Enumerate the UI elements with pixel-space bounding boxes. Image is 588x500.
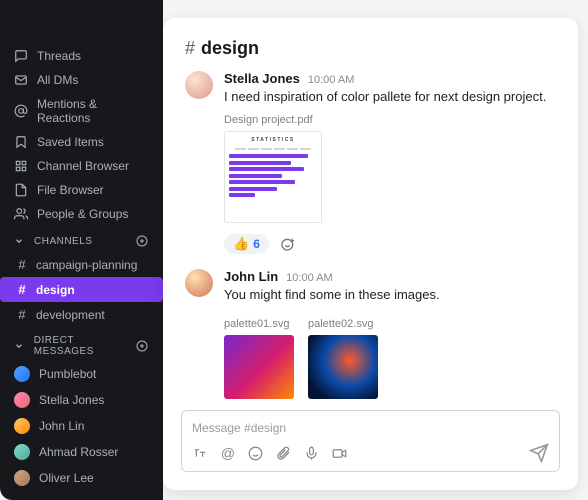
nav-label: Channel Browser xyxy=(37,159,129,173)
dm-oliver-lee[interactable]: Oliver Lee xyxy=(0,465,163,491)
channels-header-label: CHANNELS xyxy=(34,236,92,247)
saved-icon xyxy=(14,135,28,149)
reaction-thumbsup[interactable]: 👍 6 xyxy=(224,234,269,254)
mentions-icon xyxy=(14,104,28,118)
image-thumbnail[interactable] xyxy=(224,335,294,399)
pdf-title: STATISTICS xyxy=(229,137,317,143)
dms-icon xyxy=(14,73,28,87)
mention-icon[interactable]: @ xyxy=(220,445,236,461)
nav-all-dms[interactable]: All DMs xyxy=(0,68,163,92)
nav-file-browser[interactable]: File Browser xyxy=(0,178,163,202)
message: John Lin 10:00 AM You might find some in… xyxy=(185,269,556,399)
message-author[interactable]: Stella Jones xyxy=(224,71,300,86)
mic-icon[interactable] xyxy=(304,446,320,461)
composer: @ xyxy=(181,410,560,472)
message-list: Stella Jones 10:00 AM I need inspiration… xyxy=(163,69,578,402)
message-text: I need inspiration of color pallete for … xyxy=(224,88,556,106)
hash-icon: # xyxy=(185,38,195,59)
add-channel-button[interactable] xyxy=(135,234,149,248)
avatar xyxy=(14,470,30,486)
thumbsup-icon: 👍 xyxy=(233,236,249,252)
sidebar: Threads All DMs Mentions & Reactions Sav… xyxy=(0,0,163,500)
dm-label: Oliver Lee xyxy=(39,471,94,485)
message-time: 10:00 AM xyxy=(308,74,354,86)
avatar[interactable] xyxy=(185,71,213,99)
emoji-icon[interactable] xyxy=(248,446,264,461)
nav-label: All DMs xyxy=(37,73,78,87)
dm-label: Stella Jones xyxy=(39,393,104,407)
file-icon xyxy=(14,183,28,197)
message-author[interactable]: John Lin xyxy=(224,269,278,284)
attachment-filename[interactable]: Design project.pdf xyxy=(224,114,556,126)
attach-icon[interactable] xyxy=(276,446,292,461)
nav-mentions[interactable]: Mentions & Reactions xyxy=(0,92,163,130)
hash-icon: # xyxy=(16,282,28,297)
channel-development[interactable]: # development xyxy=(0,302,163,327)
dm-john-lin[interactable]: John Lin xyxy=(0,413,163,439)
channel-design[interactable]: # design xyxy=(0,277,163,302)
dm-pumblebot[interactable]: Pumblebot xyxy=(0,361,163,387)
nav-channel-browser[interactable]: Channel Browser xyxy=(0,154,163,178)
message-time: 10:00 AM xyxy=(286,272,332,284)
threads-icon xyxy=(14,49,28,63)
avatar xyxy=(14,444,30,460)
channel-label: campaign-planning xyxy=(36,258,137,272)
channel-campaign-planning[interactable]: # campaign-planning xyxy=(0,252,163,277)
nav-label: Saved Items xyxy=(37,135,104,149)
video-icon[interactable] xyxy=(332,446,348,461)
avatar xyxy=(14,366,30,382)
nav-label: Mentions & Reactions xyxy=(37,97,149,125)
nav-people[interactable]: People & Groups xyxy=(0,202,163,226)
nav-label: Threads xyxy=(37,49,81,63)
dms-header[interactable]: DIRECT MESSAGES xyxy=(0,327,163,361)
message-text: You might find some in these images. xyxy=(224,286,556,304)
main-panel: # design Stella Jones 10:00 AM I need in… xyxy=(163,18,578,490)
chevron-down-icon xyxy=(14,236,28,246)
hash-icon: # xyxy=(16,307,28,322)
channel-label: design xyxy=(36,283,75,297)
add-dm-button[interactable] xyxy=(135,339,149,353)
add-reaction-button[interactable] xyxy=(277,233,299,255)
nav-label: File Browser xyxy=(37,183,104,197)
dm-label: Ahmad Rosser xyxy=(39,445,118,459)
nav-label: People & Groups xyxy=(37,207,128,221)
dm-label: John Lin xyxy=(39,419,84,433)
dms-header-label: DIRECT MESSAGES xyxy=(34,335,136,357)
nav-saved[interactable]: Saved Items xyxy=(0,130,163,154)
reaction-count: 6 xyxy=(253,237,260,251)
dm-ahmad-rosser[interactable]: Ahmad Rosser xyxy=(0,439,163,465)
attachment-filename[interactable]: palette01.svg xyxy=(224,318,294,330)
dm-stella-jones[interactable]: Stella Jones xyxy=(0,387,163,413)
people-icon xyxy=(14,207,28,221)
pdf-header-row xyxy=(229,148,317,150)
channel-title: design xyxy=(201,38,259,59)
reactions: 👍 6 xyxy=(224,233,556,255)
composer-toolbar: @ xyxy=(192,443,549,463)
message-input[interactable] xyxy=(192,421,549,435)
dm-label: Pumblebot xyxy=(39,367,96,381)
pdf-preview[interactable]: STATISTICS xyxy=(224,131,322,223)
chevron-down-icon xyxy=(14,341,28,351)
browser-icon xyxy=(14,159,28,173)
hash-icon: # xyxy=(16,257,28,272)
image-thumbnail[interactable] xyxy=(308,335,378,399)
format-icon[interactable] xyxy=(192,446,208,461)
avatar[interactable] xyxy=(185,269,213,297)
channel-header: # design xyxy=(163,18,578,69)
attachment-filename[interactable]: palette02.svg xyxy=(308,318,378,330)
message: Stella Jones 10:00 AM I need inspiration… xyxy=(185,71,556,255)
avatar xyxy=(14,392,30,408)
send-button[interactable] xyxy=(529,443,549,463)
avatar xyxy=(14,418,30,434)
channels-header[interactable]: CHANNELS xyxy=(0,226,163,252)
channel-label: development xyxy=(36,308,105,322)
nav-threads[interactable]: Threads xyxy=(0,44,163,68)
